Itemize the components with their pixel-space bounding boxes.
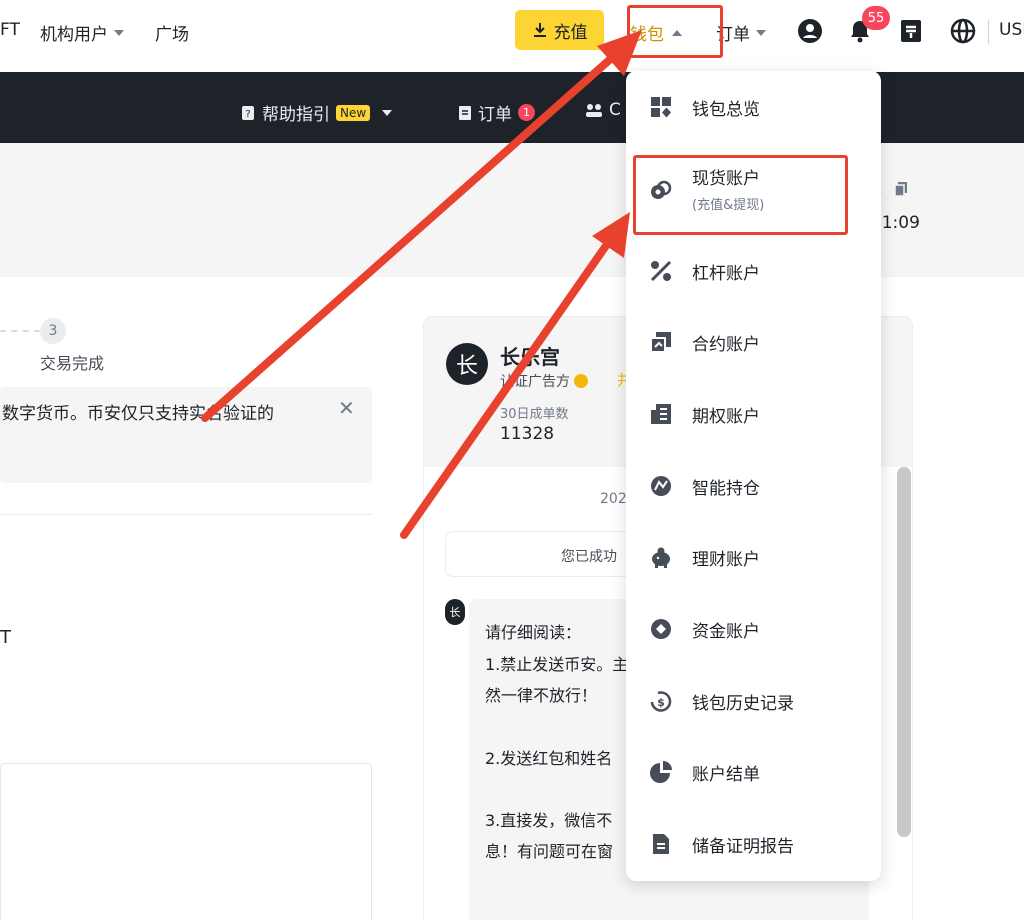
orders-30d-value: 11328	[500, 424, 555, 444]
amount-fragment: T	[0, 627, 11, 648]
menu-item-label: 钱包历史记录	[692, 693, 794, 714]
menu-item-funding-account[interactable]: 资金账户	[626, 599, 881, 659]
history-dollar-icon: $	[650, 691, 672, 712]
nav-ft-fragment[interactable]: FT	[0, 20, 20, 40]
futures-icon	[650, 332, 671, 353]
menu-item-label: 合约账户	[692, 334, 760, 355]
menu-item-label: 账户结单	[692, 764, 760, 785]
deposit-label: 充值	[553, 22, 588, 43]
menu-item-margin-account[interactable]: 杠杆账户	[626, 241, 881, 301]
subnav-c-label: C	[609, 100, 621, 120]
copy-icon[interactable]	[894, 181, 908, 197]
menu-item-proof-of-reserves[interactable]: 储备证明报告	[626, 814, 881, 874]
subnav-orders[interactable]: 订单 1	[458, 100, 535, 125]
merchant-avatar: 长	[446, 343, 488, 385]
options-icon	[651, 404, 671, 424]
chat-scrollbar[interactable]	[897, 467, 911, 837]
deposit-button[interactable]: 充值	[515, 10, 604, 50]
earn-piggy-icon	[652, 547, 670, 568]
menu-item-earn-account[interactable]: 理财账户	[626, 527, 881, 587]
notice-text: 数字货币。币安仅只支持实名验证的	[2, 404, 274, 424]
menu-item-label: 理财账户	[692, 549, 760, 570]
step-indicator: 3	[40, 318, 66, 344]
step-connector	[0, 330, 40, 332]
top-nav: FT 机构用户 广场 充值 钱包 订单 55 USI	[0, 0, 1024, 72]
overview-grid-icon	[651, 97, 671, 118]
notification-badge: 55	[862, 6, 890, 30]
menu-item-label: 智能持仓	[692, 478, 760, 499]
help-icon: ?	[242, 105, 254, 120]
menu-item-label: 期权账户	[692, 406, 760, 427]
nav-square-label: 广场	[155, 25, 189, 45]
help-guide-label: 帮助指引	[262, 105, 330, 125]
funding-icon	[651, 619, 671, 639]
menu-item-label: 钱包总览	[692, 99, 760, 120]
download-icon	[533, 23, 546, 37]
nav-institutional[interactable]: 机构用户	[40, 20, 124, 45]
menu-item-account-statement[interactable]: 账户结单	[626, 742, 881, 802]
menu-item-label: 储备证明报告	[692, 836, 794, 857]
menu-item-smart-position[interactable]: 智能持仓	[626, 456, 881, 516]
message-line: 请仔细阅读：	[485, 623, 582, 642]
menu-item-wallet-overview[interactable]: 钱包总览	[626, 77, 881, 137]
orders-count-badge: 1	[518, 104, 535, 121]
user-icon[interactable]	[797, 18, 823, 44]
document-icon	[459, 105, 471, 120]
subnav-c-item[interactable]: C	[585, 100, 621, 120]
svg-text:?: ?	[245, 109, 250, 120]
menu-item-wallet-history[interactable]: $ 钱包历史记录	[626, 671, 881, 731]
caret-down-icon	[756, 29, 766, 36]
message-line: 1.禁止发送币安。主	[485, 655, 629, 674]
message-line: 3.直接发，微信不	[485, 811, 613, 830]
time-fragment: :1:09	[876, 213, 920, 233]
reserve-report-icon	[653, 834, 669, 854]
subnav-orders-label: 订单	[478, 105, 512, 125]
smart-position-icon	[651, 476, 671, 496]
new-badge: New	[336, 104, 371, 121]
verified-badge: 认证广告方	[500, 371, 588, 391]
download-app-icon[interactable]	[898, 18, 924, 44]
close-icon[interactable]: ✕	[338, 396, 355, 420]
system-message-text: 您已成功	[561, 549, 617, 565]
caret-down-icon	[114, 29, 124, 36]
nav-square[interactable]: 广场	[155, 20, 189, 45]
caret-down-icon	[382, 109, 393, 116]
nav-ft-label: FT	[0, 20, 20, 40]
merchant-name[interactable]: 长乐宫	[500, 341, 560, 370]
message-line: 然一律不放行！	[485, 686, 598, 705]
verified-label: 认证广告方	[500, 374, 570, 390]
wallet-highlight-box	[627, 5, 723, 58]
menu-item-label: 杠杆账户	[692, 263, 760, 284]
message-line: 息！有问题可在窗	[485, 842, 614, 861]
help-guide[interactable]: ? 帮助指引 New	[240, 100, 393, 125]
nav-institutional-label: 机构用户	[40, 25, 108, 45]
nav-divider	[988, 20, 989, 44]
menu-item-label: 资金账户	[692, 621, 760, 642]
menu-item-futures-account[interactable]: 合约账户	[626, 312, 881, 372]
message-avatar: 长	[445, 599, 465, 625]
menu-item-options-account[interactable]: 期权账户	[626, 384, 881, 444]
currency-selector[interactable]: USI	[999, 20, 1024, 40]
svg-text:$: $	[657, 696, 665, 709]
section-divider	[0, 514, 372, 515]
globe-icon[interactable]	[950, 18, 976, 44]
people-icon	[586, 104, 602, 117]
spot-account-highlight-box	[633, 155, 848, 235]
step-label: 交易完成	[40, 354, 105, 373]
payment-box	[0, 763, 372, 920]
orders-30d-label: 30日成单数	[500, 407, 569, 422]
nav-orders[interactable]: 订单	[716, 20, 766, 45]
chat-date: 202	[600, 491, 627, 507]
statement-pie-icon	[650, 761, 672, 783]
margin-percent-icon	[650, 260, 672, 282]
message-line: 2.发送红包和姓名	[485, 749, 613, 768]
verified-check-icon	[574, 374, 588, 388]
